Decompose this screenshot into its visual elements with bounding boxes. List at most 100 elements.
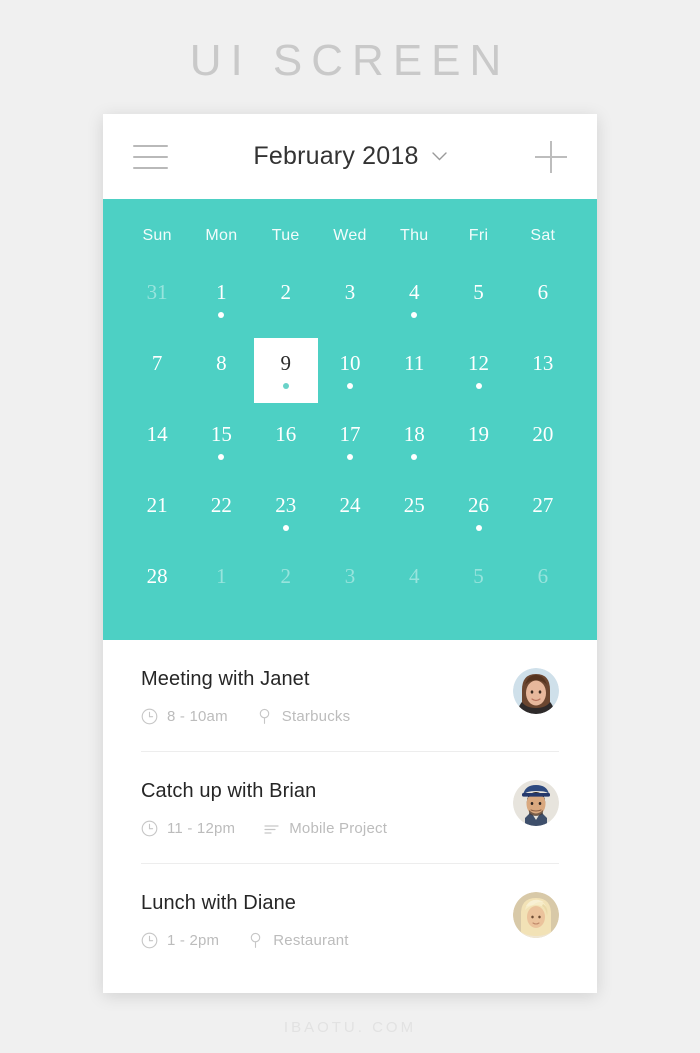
chevron-down-icon[interactable]: [431, 152, 447, 161]
event-detail-text: Mobile Project: [289, 820, 388, 837]
calendar-day-cell[interactable]: 28: [125, 551, 189, 616]
calendar-day-cell[interactable]: 4: [382, 267, 446, 332]
calendar-day-cell[interactable]: 2: [254, 267, 318, 332]
event-time-text: 8 - 10am: [167, 708, 228, 725]
event-item[interactable]: Catch up with Brian 11 - 12pm Mobile Proje…: [141, 752, 559, 864]
calendar-day-cell[interactable]: 21: [125, 480, 189, 545]
avatar[interactable]: [513, 780, 559, 826]
list-lines-icon: [263, 820, 280, 837]
calendar-day-cell[interactable]: 5: [446, 267, 510, 332]
calendar-day-number: 1: [216, 279, 227, 304]
calendar-day-number: 1: [216, 563, 227, 588]
calendar-week-row: 21 22 23 24 25 26 27: [125, 480, 575, 545]
calendar-day-cell[interactable]: 13: [511, 338, 575, 403]
calendar-day-cell[interactable]: 15: [189, 409, 253, 474]
calendar-day-cell[interactable]: 1: [189, 267, 253, 332]
calendar-day-cell[interactable]: 10: [318, 338, 382, 403]
plus-icon[interactable]: [535, 140, 567, 173]
header-title-group: February 2018: [103, 142, 597, 171]
calendar-day-number: 27: [532, 492, 554, 517]
calendar-day-cell[interactable]: 4: [382, 551, 446, 616]
calendar-day-cell[interactable]: 23: [254, 480, 318, 545]
event-time-text: 11 - 12pm: [167, 820, 236, 837]
event-detail-group: Restaurant: [247, 932, 348, 949]
avatar[interactable]: [513, 892, 559, 938]
calendar-day-cell[interactable]: 8: [189, 338, 253, 403]
calendar-event-dot: [282, 382, 289, 389]
calendar-day-cell[interactable]: 27: [511, 480, 575, 545]
calendar-day-number: 18: [403, 421, 425, 446]
calendar-dot-spacer: [347, 596, 353, 602]
calendar-day-number: 25: [403, 492, 425, 517]
calendar-dot-spacer: [154, 525, 160, 531]
calendar-day-cell[interactable]: 26: [446, 480, 510, 545]
calendar-dot-spacer: [218, 596, 224, 602]
event-title: Lunch with Diane: [141, 892, 297, 914]
calendar-day-cell[interactable]: 9: [253, 338, 318, 403]
calendar-day-number: 2: [280, 563, 291, 588]
month-year-label[interactable]: February 2018: [253, 142, 418, 171]
calendar-day-cell[interactable]: 16: [254, 409, 318, 474]
calendar-day-cell[interactable]: 18: [382, 409, 446, 474]
calendar-event-dot: [346, 453, 353, 460]
weekday-label-sun: Sun: [142, 227, 172, 244]
calendar-day-cell[interactable]: 22: [189, 480, 253, 545]
calendar-dot-spacer: [476, 454, 482, 460]
calendar-event-dot: [475, 382, 482, 389]
calendar-day-number: 3: [344, 279, 356, 304]
calendar-dot-spacer: [218, 525, 224, 531]
calendar-day-cell[interactable]: 3: [318, 267, 382, 332]
calendar-day-cell[interactable]: 25: [382, 480, 446, 545]
calendar-day-number: 6: [537, 279, 549, 304]
calendar-day-number: 3: [344, 563, 356, 588]
calendar-day-cell[interactable]: 24: [318, 480, 382, 545]
calendar-day-number: 15: [210, 421, 232, 446]
weekday-label-fri: Fri: [468, 227, 489, 244]
calendar-day-cell[interactable]: 19: [446, 409, 510, 474]
calendar-event-dot: [411, 311, 418, 318]
calendar-day-number: 7: [151, 350, 163, 375]
calendar-day-cell[interactable]: 14: [125, 409, 189, 474]
calendar-day-number: 4: [409, 563, 420, 588]
event-detail-text: Starbucks: [281, 708, 351, 725]
weekday-label-sat: Sat: [530, 227, 556, 244]
calendar-day-cell[interactable]: 3: [318, 551, 382, 616]
calendar-day-number: 23: [275, 492, 297, 517]
calendar-event-dot: [411, 453, 418, 460]
calendar-day-cell[interactable]: 7: [125, 338, 189, 403]
calendar-day-number: 6: [537, 563, 549, 588]
event-item[interactable]: Meeting with Janet 8 - 10am Starbucks: [141, 640, 559, 752]
calendar-dot-spacer: [218, 383, 224, 389]
calendar-day-cell[interactable]: 2: [254, 551, 318, 616]
calendar-dot-spacer: [347, 312, 353, 318]
calendar-day-number: 17: [339, 421, 361, 446]
calendar-week-row: 7 8 9 10 11 12 13: [125, 338, 575, 403]
calendar-dot-spacer: [540, 525, 546, 531]
event-body: Meeting with Janet 8 - 10am Starbucks: [141, 668, 495, 725]
event-detail-group: Mobile Project: [263, 820, 387, 837]
calendar-day-cell[interactable]: 31: [125, 267, 189, 332]
calendar-day-number: 5: [473, 279, 484, 304]
calendar-day-cell[interactable]: 1: [189, 551, 253, 616]
event-detail-text: Restaurant: [273, 932, 349, 949]
avatar[interactable]: [513, 668, 559, 714]
clock-icon: [141, 820, 158, 837]
calendar-day-cell[interactable]: 6: [511, 551, 575, 616]
event-body: Catch up with Brian 11 - 12pm Mobile Proje…: [141, 780, 495, 837]
calendar-day-cell[interactable]: 17: [318, 409, 382, 474]
calendar-grid: Sun Mon Tue Wed Thu Fri Sat 31 1 2 3 4 5 6 7 8 9 1…: [103, 199, 597, 640]
calendar-event-dot: [218, 453, 225, 460]
calendar-day-cell[interactable]: 11: [382, 338, 446, 403]
calendar-event-dot: [475, 524, 482, 531]
calendar-day-cell[interactable]: 12: [446, 338, 510, 403]
app-header: February 2018: [103, 114, 597, 199]
calendar-day-cell[interactable]: 5: [446, 551, 510, 616]
event-item[interactable]: Lunch with Diane 1 - 2pm Restaurant: [141, 864, 559, 975]
calendar-day-cell[interactable]: 20: [511, 409, 575, 474]
hamburger-icon[interactable]: [133, 144, 168, 169]
calendar-dot-spacer: [540, 454, 546, 460]
event-time-group: 8 - 10am: [141, 708, 228, 725]
clock-icon: [141, 932, 158, 949]
calendar-day-cell[interactable]: 6: [511, 267, 575, 332]
clock-icon: [141, 708, 158, 725]
